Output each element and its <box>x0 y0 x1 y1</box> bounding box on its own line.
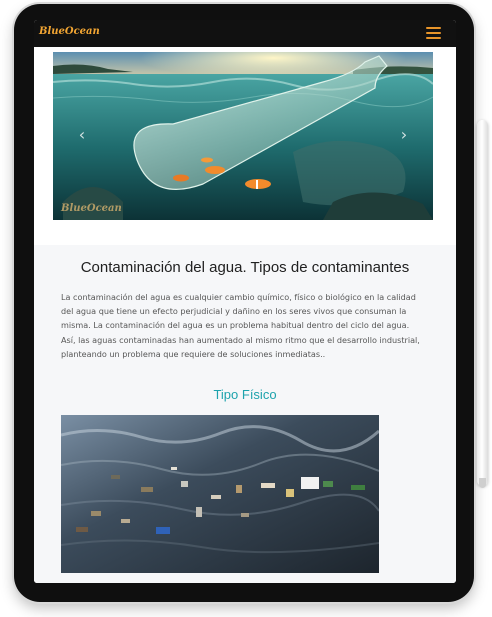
hamburger-menu-icon[interactable] <box>426 27 441 39</box>
carousel-prev-button[interactable]: ‹ <box>73 124 91 146</box>
navbar: BlueOcean <box>34 20 456 47</box>
brand-logo[interactable]: BlueOcean <box>39 26 100 37</box>
hero-image <box>53 52 433 220</box>
chevron-right-icon: › <box>400 125 408 144</box>
article-title: Contaminación del agua. Tipos de contami… <box>80 259 410 276</box>
tablet-screen: BlueOcean ‹ › BlueOcean Contaminación de… <box>34 20 456 583</box>
stylus-pencil-tip <box>479 478 486 488</box>
chevron-left-icon: ‹ <box>78 125 86 144</box>
carousel-next-button[interactable]: › <box>395 124 413 146</box>
hero-carousel[interactable]: ‹ › BlueOcean <box>53 52 433 220</box>
polluted-water-photo <box>61 415 379 573</box>
hero-section: ‹ › BlueOcean <box>34 47 456 245</box>
hero-watermark-logo: BlueOcean <box>61 203 122 214</box>
stylus-pencil <box>477 120 488 486</box>
article-paragraph: La contaminación del agua es cualquier c… <box>61 292 420 359</box>
section-subtitle: Tipo Físico <box>213 387 277 402</box>
article-section: Contaminación del agua. Tipos de contami… <box>34 245 456 583</box>
